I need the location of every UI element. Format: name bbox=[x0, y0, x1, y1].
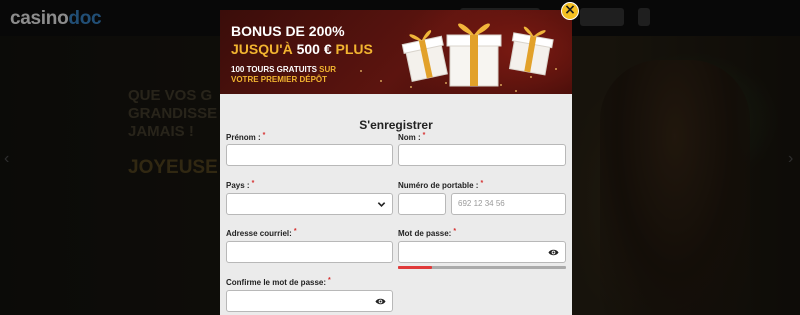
first-name-label: Prénom : * bbox=[226, 132, 266, 142]
password-strength-bar bbox=[398, 266, 566, 269]
mobile-number-field[interactable]: 692 12 34 56 bbox=[451, 193, 566, 215]
country-select[interactable] bbox=[226, 193, 393, 215]
email-label: Adresse courriel: * bbox=[226, 228, 297, 238]
password-label: Mot de passe: * bbox=[398, 228, 457, 238]
bonus-free-spins: 100 TOURS GRATUITS SUR VOTRE PREMIER DÉP… bbox=[231, 65, 337, 84]
country-label: Pays : * bbox=[226, 180, 255, 190]
confirm-password-label: Confirme le mot de passe: * bbox=[226, 277, 331, 287]
gift-boxes-icon bbox=[401, 23, 554, 87]
password-field[interactable] bbox=[398, 241, 566, 263]
show-password-eye-icon[interactable] bbox=[375, 297, 386, 306]
show-password-eye-icon[interactable] bbox=[548, 248, 559, 257]
phone-prefix-field[interactable] bbox=[398, 193, 446, 215]
close-modal-button[interactable]: × bbox=[561, 2, 579, 20]
last-name-field[interactable] bbox=[398, 144, 566, 166]
bonus-banner: BONUS DE 200% JUSQU'À 500 € PLUS 100 TOU… bbox=[220, 10, 572, 94]
chevron-down-icon bbox=[377, 202, 386, 207]
first-name-field[interactable] bbox=[226, 144, 393, 166]
registration-modal: BONUS DE 200% JUSQU'À 500 € PLUS 100 TOU… bbox=[220, 10, 572, 315]
form-title: S'enregistrer bbox=[359, 118, 433, 132]
last-name-label: Nom : * bbox=[398, 132, 426, 142]
bonus-title: BONUS DE 200% bbox=[231, 23, 345, 39]
confirm-password-field[interactable] bbox=[226, 290, 393, 312]
bonus-amount: JUSQU'À 500 € PLUS bbox=[231, 41, 373, 57]
password-strength-fill bbox=[398, 266, 432, 269]
mobile-label: Numéro de portable : * bbox=[398, 180, 484, 190]
email-field[interactable] bbox=[226, 241, 393, 263]
